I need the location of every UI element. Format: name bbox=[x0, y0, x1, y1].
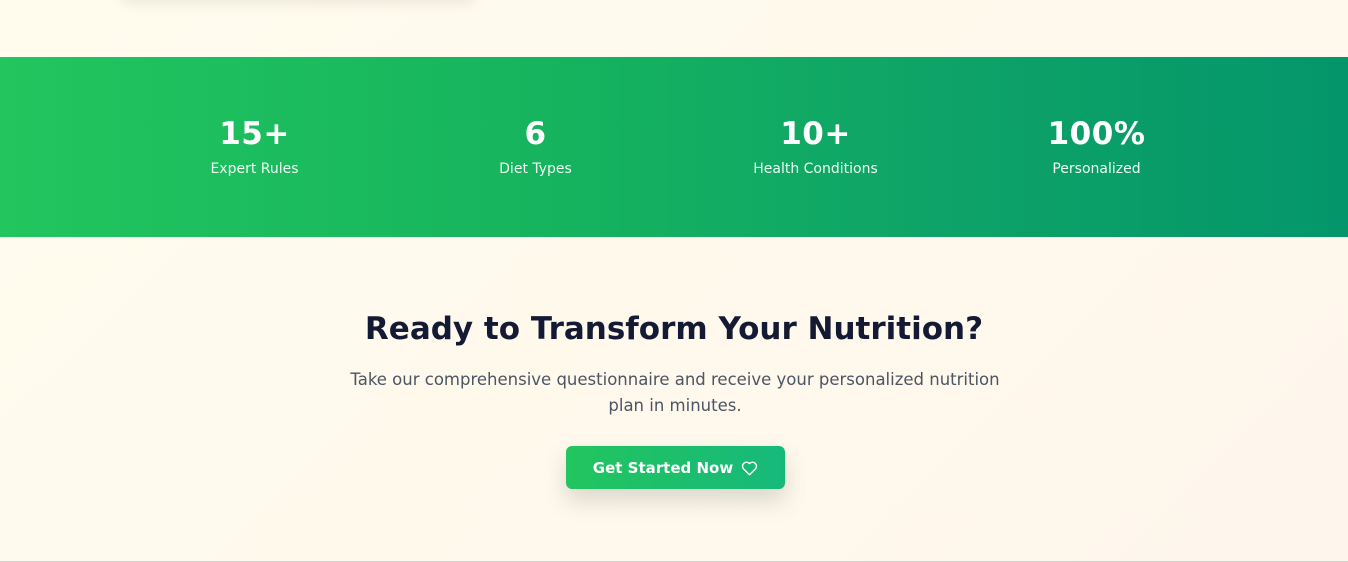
cta-subtitle: Take our comprehensive questionnaire and… bbox=[350, 370, 1000, 415]
stat-value: 10+ bbox=[780, 116, 851, 152]
heart-icon bbox=[742, 460, 758, 475]
stats-band: 15+ Expert Rules 6 Diet Types 10+ Health… bbox=[0, 57, 1348, 237]
cta-title: Ready to Transform Your Nutrition? bbox=[364, 311, 984, 347]
stat-diet-types: 6 Diet Types bbox=[395, 57, 676, 237]
top-section bbox=[0, 0, 1348, 57]
stat-health-conditions: 10+ Health Conditions bbox=[675, 57, 956, 237]
stat-label: Health Conditions bbox=[753, 161, 878, 177]
stat-label: Expert Rules bbox=[210, 161, 299, 177]
stat-value: 15+ bbox=[219, 116, 290, 152]
stat-value: 100% bbox=[1047, 116, 1146, 152]
stat-label: Diet Types bbox=[499, 161, 572, 177]
get-started-button[interactable]: Get Started Now bbox=[566, 446, 785, 489]
stat-value: 6 bbox=[524, 116, 547, 152]
stat-expert-rules: 15+ Expert Rules bbox=[114, 57, 395, 237]
cta-section: Ready to Transform Your Nutrition? Take … bbox=[0, 237, 1348, 561]
stat-personalized: 100% Personalized bbox=[956, 57, 1237, 237]
stat-label: Personalized bbox=[1052, 161, 1141, 177]
get-started-label: Get Started Now bbox=[592, 458, 734, 477]
